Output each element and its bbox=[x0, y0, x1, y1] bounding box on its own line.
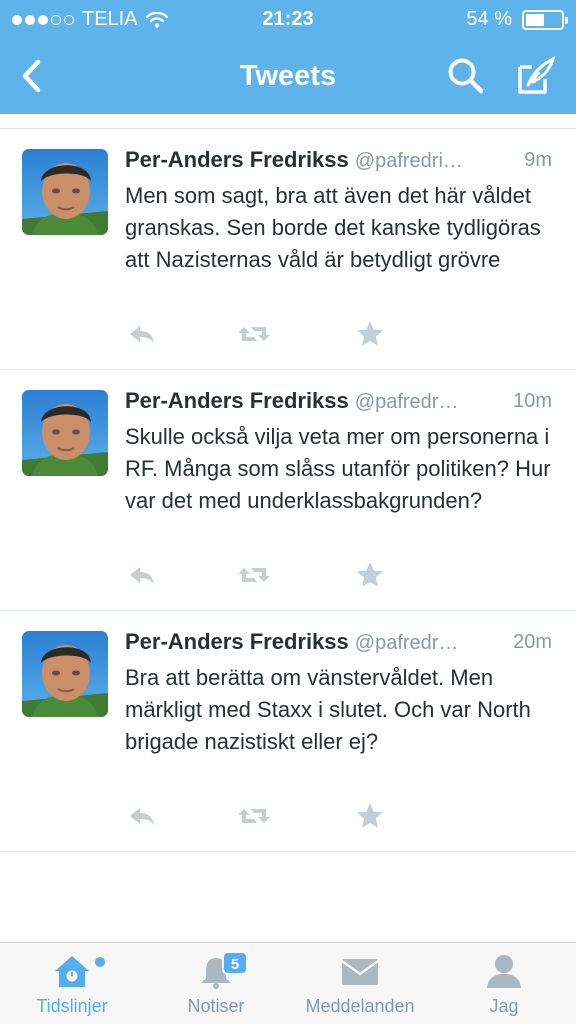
tweet-list: Per-Anders Fredrikss@pafred… 3m @hbergst… bbox=[0, 114, 576, 852]
reply-icon bbox=[128, 323, 156, 350]
battery-info: 54 % bbox=[466, 8, 568, 31]
avatar[interactable] bbox=[22, 149, 108, 235]
home-icon bbox=[51, 951, 93, 991]
tweet-actions bbox=[125, 321, 425, 351]
retweet-icon bbox=[237, 564, 271, 591]
tab-label-messages: Meddelanden bbox=[305, 996, 415, 1016]
user-icon bbox=[483, 951, 525, 991]
tweet-author-handle: @pafredr… bbox=[354, 632, 459, 654]
tweet-text: Men som sagt, bra att även det här vålde… bbox=[125, 183, 541, 272]
reply-icon bbox=[128, 805, 156, 832]
status-bar: TELIA 21:23 54 % bbox=[0, 0, 576, 38]
tweet-timestamp: 10m bbox=[513, 390, 552, 412]
tab-notifications[interactable]: 5 Notiser bbox=[144, 943, 288, 1024]
tweet-author-handle: @pafredr… bbox=[354, 391, 459, 413]
retweet-button[interactable] bbox=[237, 321, 271, 351]
tweet-text: Skulle också vilja veta mer om personern… bbox=[125, 424, 551, 513]
reply-button[interactable] bbox=[125, 803, 159, 833]
avatar[interactable] bbox=[22, 390, 108, 476]
tweet-author-handle: @pafredri… bbox=[354, 150, 463, 172]
reply-button[interactable] bbox=[125, 321, 159, 351]
reply-icon bbox=[128, 564, 156, 591]
header: TELIA 21:23 54 % Tweets bbox=[0, 0, 576, 114]
retweet-button[interactable] bbox=[237, 803, 271, 833]
reply-button[interactable] bbox=[125, 562, 159, 592]
tweet-item[interactable]: Per-Anders Fredrikss @pafredr… 10m Skulle… bbox=[0, 370, 576, 611]
tweet-actions bbox=[125, 562, 425, 592]
tweet-header: Per-Anders Fredrikss @pafredr… 10m bbox=[125, 388, 555, 418]
tab-label-timelines: Tidslinjer bbox=[36, 996, 108, 1016]
notification-badge: 5 bbox=[222, 951, 248, 975]
tweet-actions bbox=[125, 803, 425, 833]
star-icon bbox=[356, 561, 384, 593]
compose-tweet-icon bbox=[518, 56, 556, 94]
avatar[interactable] bbox=[22, 631, 108, 717]
retweet-icon bbox=[237, 805, 271, 832]
retweet-icon bbox=[237, 323, 271, 350]
tab-label-notifications: Notiser bbox=[187, 996, 245, 1016]
tweet-timestamp: 9m bbox=[524, 149, 552, 171]
tab-me[interactable]: Jag bbox=[432, 943, 576, 1024]
tweet-timestamp: 20m bbox=[513, 631, 552, 653]
favorite-button[interactable] bbox=[353, 321, 387, 351]
retweet-button[interactable] bbox=[237, 562, 271, 592]
favorite-button[interactable] bbox=[353, 803, 387, 833]
tweet-item[interactable]: Per-Anders Fredrikss@pafred… 3m @hbergst… bbox=[0, 114, 576, 129]
tweet-header: Per-Anders Fredrikss @pafredr… 20m bbox=[125, 629, 555, 659]
tweet-text: Bra att berätta om vänstervåldet. Men mä… bbox=[125, 665, 531, 754]
star-icon bbox=[356, 802, 384, 834]
tab-messages[interactable]: Meddelanden bbox=[288, 943, 432, 1024]
tweet-header: Per-Anders Fredrikss @pafredri… 9m bbox=[125, 147, 555, 177]
favorite-button[interactable] bbox=[353, 562, 387, 592]
search-button[interactable] bbox=[444, 54, 488, 98]
new-content-dot bbox=[95, 957, 105, 967]
tab-label-me: Jag bbox=[489, 996, 519, 1016]
tweet-author-name[interactable]: Per-Anders Fredrikss bbox=[125, 629, 349, 654]
page-title: Tweets bbox=[239, 60, 337, 92]
tab-timelines[interactable]: Tidslinjer bbox=[0, 943, 144, 1024]
battery-percent: 54 % bbox=[466, 8, 512, 30]
tweet-timeline[interactable]: Per-Anders Fredrikss@pafred… 3m @hbergst… bbox=[0, 114, 576, 942]
tweet-author-name[interactable]: Per-Anders Fredrikss bbox=[125, 147, 349, 172]
star-icon bbox=[356, 320, 384, 352]
navigation-bar: Tweets bbox=[0, 38, 576, 114]
battery-icon bbox=[522, 9, 568, 30]
tab-bar: Tidslinjer 5 Notiser Meddelanden Jag bbox=[0, 942, 576, 1024]
envelope-icon bbox=[339, 951, 381, 991]
compose-button[interactable] bbox=[512, 52, 560, 100]
tweet-item[interactable]: Per-Anders Fredrikss @pafredri… 9m Men so… bbox=[0, 129, 576, 370]
search-icon bbox=[448, 58, 484, 94]
tweet-item[interactable]: Per-Anders Fredrikss @pafredr… 20m Bra at… bbox=[0, 611, 576, 852]
tweet-author-name[interactable]: Per-Anders Fredrikss bbox=[125, 388, 349, 413]
